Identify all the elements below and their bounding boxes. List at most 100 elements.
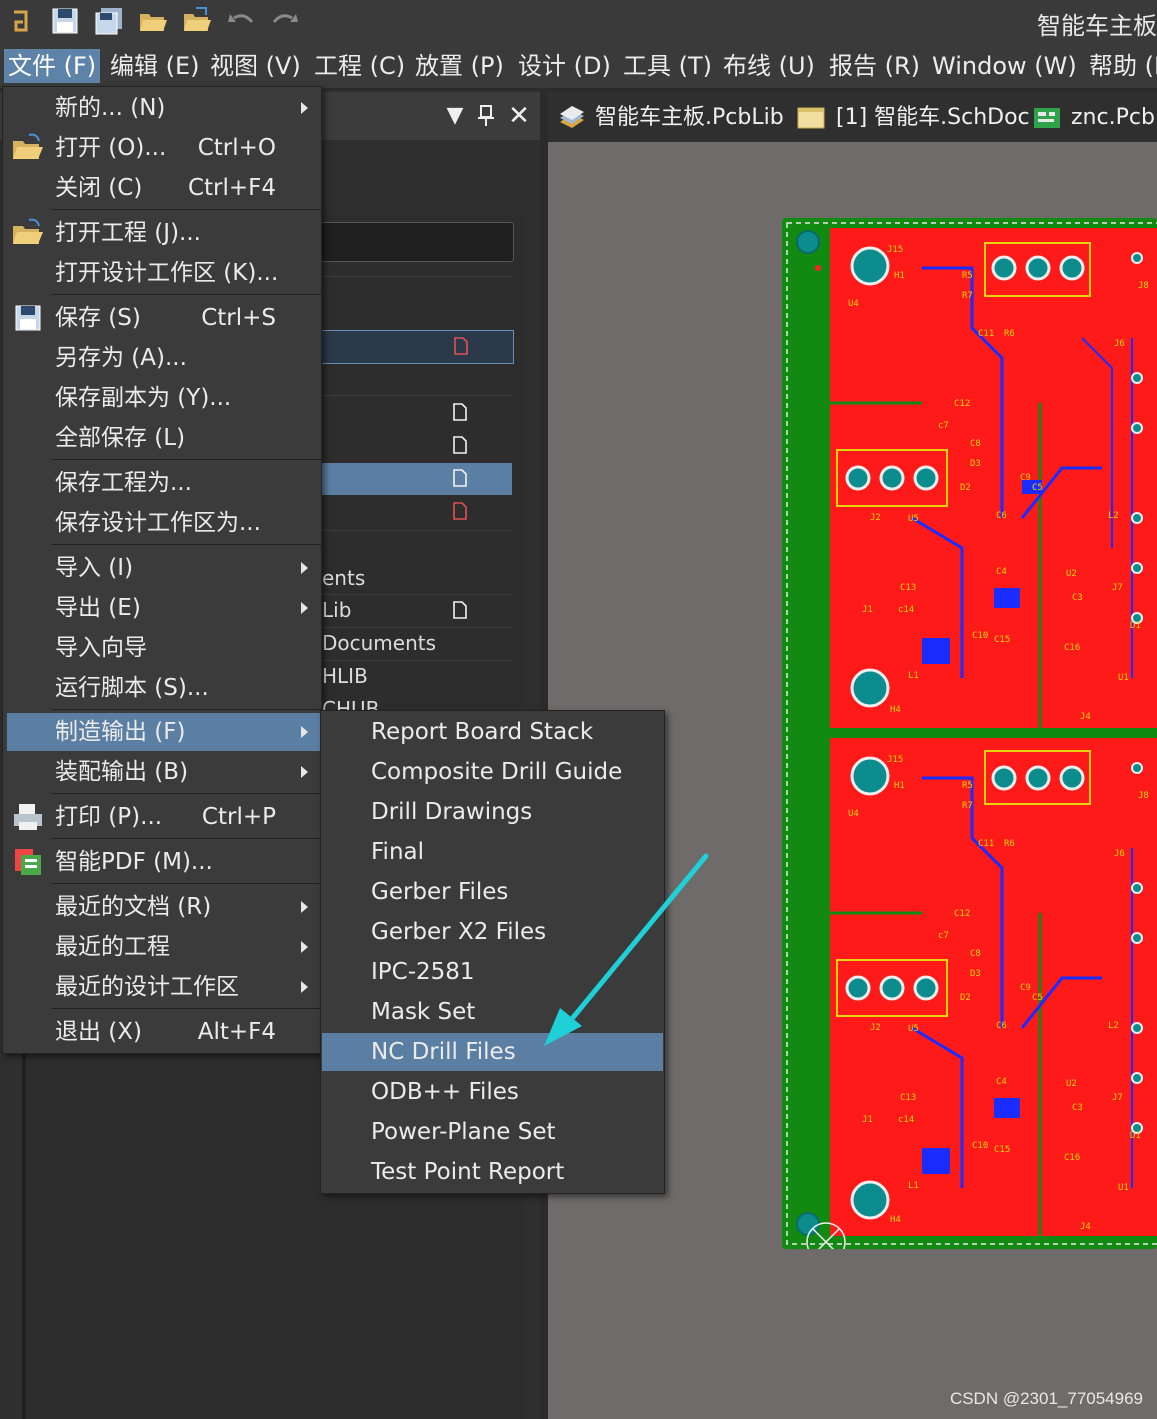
tree-item[interactable]: Documents [320,627,512,659]
panel-close-icon[interactable]: ✕ [506,96,532,136]
tab-pcblib[interactable]: 智能车主板.PcbLib [595,96,784,140]
silkscreen-label: U4 [848,299,859,309]
silkscreen-label: C8 [970,949,981,959]
silkscreen-label: U4 [848,809,859,819]
menu-item-open-workspace[interactable]: 打开设计工作区 (K)... [7,254,320,292]
menu-item-save-as[interactable]: 另存为 (A)... [7,339,320,377]
silkscreen-label: C16 [1064,1153,1080,1163]
tree-item[interactable] [320,397,512,429]
tree-item[interactable]: ents [320,562,512,594]
menu-item-label: 制造输出 (F) [55,719,186,745]
open-folder-icon[interactable] [138,6,168,36]
menu-item-save[interactable]: 保存 (S) Ctrl+S [7,299,320,337]
tab-pcbdoc[interactable]: znc.PcbDoc [1071,96,1157,140]
silkscreen-label: R5 [962,271,973,281]
modified-doc-icon [454,337,468,355]
submenu-arrow-icon [301,766,308,778]
submenu-item-test-point-report[interactable]: Test Point Report [322,1153,663,1191]
menu-item-label: 保存设计工作区为... [55,510,261,536]
menu-item-recent-workspaces[interactable]: 最近的设计工作区 [7,968,320,1006]
menu-item-save-copy-as[interactable]: 保存副本为 (Y)... [7,379,320,417]
menu-item-export[interactable]: 导出 (E) [7,589,320,627]
tree-item[interactable]: CHUB [320,693,512,710]
submenu-item-drill-drawings[interactable]: Drill Drawings [322,793,663,831]
silkscreen-label: C12 [954,399,970,409]
menu-item-close[interactable]: 关闭 (C) Ctrl+F4 [7,169,320,207]
menu-item-open-project[interactable]: 打开工程 (J)... [7,214,320,252]
silkscreen-label: C10 [972,1141,988,1151]
submenu-item-label: ODB++ Files [371,1079,519,1105]
menu-item-shortcut: Ctrl+P [201,804,276,830]
silkscreen-label: U2 [1066,1079,1077,1089]
redo-icon[interactable] [270,6,300,36]
menu-tools[interactable]: 工具 (T) [623,49,712,83]
menu-project[interactable]: 工程 (C) [314,49,405,83]
panel-search-input[interactable] [320,222,514,262]
menu-view[interactable]: 视图 (V) [210,49,301,83]
menu-help[interactable]: 帮助 (H) [1089,49,1157,83]
submenu-item-label: Gerber Files [371,879,509,905]
tree-item[interactable] [320,330,514,364]
tree-item[interactable]: Lib [320,594,512,626]
tree-item[interactable] [320,496,512,528]
open-project-icon[interactable] [182,6,212,36]
menu-item-run-script[interactable]: 运行脚本 (S)... [7,669,320,707]
menu-item-fabrication-outputs[interactable]: 制造输出 (F) [7,713,320,751]
menu-design[interactable]: 设计 (D) [518,49,611,83]
modified-doc-icon [453,502,467,520]
tree-item-selected[interactable] [320,463,512,495]
menu-item-print[interactable]: 打印 (P)... Ctrl+P [7,798,320,836]
tree-item[interactable] [320,430,512,462]
silkscreen-label: D2 [960,993,971,1003]
panel-menu-chevron-icon[interactable]: ▼ [442,96,468,136]
silkscreen-label: C5 [1032,993,1043,1003]
menu-item-import-wizard[interactable]: 导入向导 [7,629,320,667]
menu-item-label: 最近的文档 (R) [55,894,212,920]
menu-item-assembly-outputs[interactable]: 装配输出 (B) [7,753,320,791]
pcb-board[interactable]: J15H1 R5R7U4J8C11 R6J6C12c7C8D3D2C9C5C6J2 U… [782,218,1157,1249]
silkscreen-label: J2 [870,1023,881,1033]
menu-edit[interactable]: 编辑 (E) [110,49,200,83]
menu-item-recent-projects[interactable]: 最近的工程 [7,928,320,966]
submenu-item-power-plane-set[interactable]: Power-Plane Set [322,1113,663,1151]
submenu-item-composite-drill-guide[interactable]: Composite Drill Guide [322,753,663,791]
menu-window[interactable]: Window (W) [932,49,1077,83]
annotation-arrow-icon [544,853,709,1046]
menu-item-save-all[interactable]: 全部保存 (L) [7,419,320,457]
menu-place[interactable]: 放置 (P) [415,49,504,83]
submenu-item-report-board-stack[interactable]: Report Board Stack [322,713,663,751]
menu-item-shortcut: Ctrl+O [197,135,276,161]
submenu-arrow-icon [301,102,308,114]
silkscreen-label: C13 [900,583,916,593]
save-icon[interactable] [50,6,80,36]
menu-item-new[interactable]: 新的... (N) [7,89,320,127]
menu-item-smart-pdf[interactable]: 智能PDF (M)... [7,843,320,881]
silkscreen-label: C15 [994,635,1010,645]
row-divider [320,276,512,277]
menu-item-label: 导出 (E) [55,595,141,621]
menu-item-exit[interactable]: 退出 (X) Alt+F4 [7,1013,320,1051]
menu-item-save-workspace-as[interactable]: 保存设计工作区为... [7,504,320,542]
menu-item-open[interactable]: 打开 (O)... Ctrl+O [7,129,320,167]
menu-item-recent-documents[interactable]: 最近的文档 (R) [7,888,320,926]
menu-file[interactable]: 文件 (F) [4,49,101,83]
printer-icon [14,804,42,830]
silkscreen-label: c7 [938,421,949,431]
menu-reports[interactable]: 报告 (R) [829,49,920,83]
tree-item[interactable]: HLIB [320,660,512,692]
menu-item-save-project-as[interactable]: 保存工程为... [7,464,320,502]
undo-icon[interactable] [226,6,256,36]
silkscreen-label: D3 [970,969,981,979]
menu-item-import[interactable]: 导入 (I) [7,549,320,587]
menu-route[interactable]: 布线 (U) [723,49,815,83]
panel-pin-icon[interactable] [473,96,499,136]
app-title: 智能车主板 [1037,12,1157,40]
menu-item-shortcut: Alt+F4 [197,1019,276,1045]
silkscreen-label: J6 [1114,339,1125,349]
silkscreen-label: J8 [1138,281,1149,291]
silkscreen-label: L2 [1108,1021,1119,1031]
save-all-icon[interactable] [94,6,124,36]
silkscreen-label: D3 [970,459,981,469]
submenu-item-odb-files[interactable]: ODB++ Files [322,1073,663,1111]
tab-schdoc[interactable]: [1] 智能车.SchDoc [836,96,1030,140]
